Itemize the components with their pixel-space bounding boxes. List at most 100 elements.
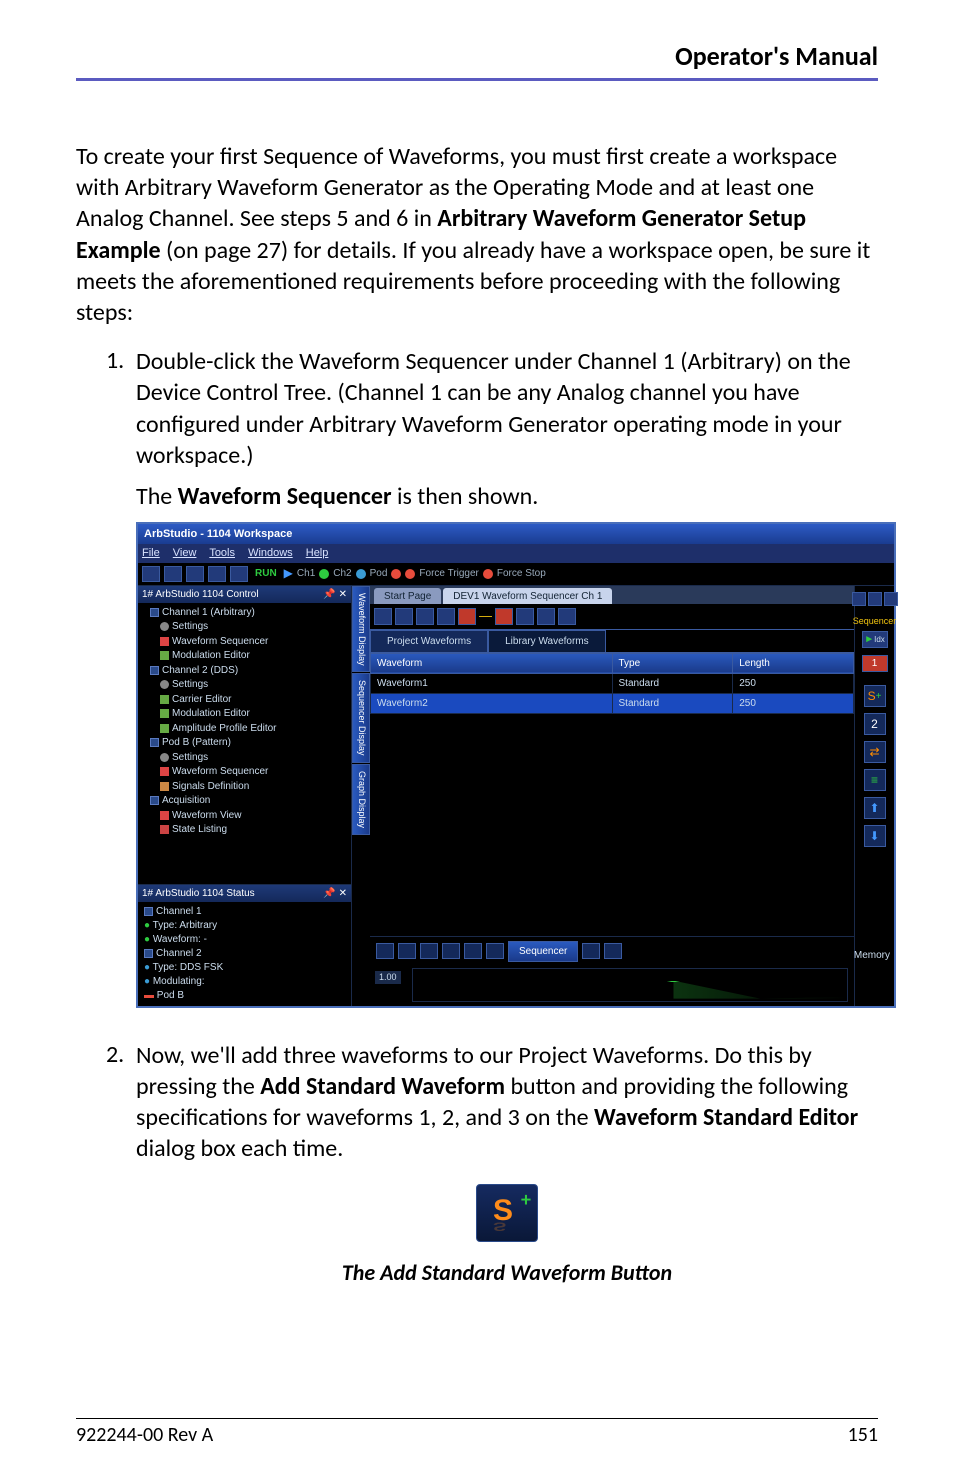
app-screenshot: ArbStudio - 1104 Workspace File View Too… (136, 522, 896, 1008)
rg-icon-up[interactable]: ⬆ (864, 797, 886, 819)
tree-acq[interactable]: Acquisition (150, 794, 347, 809)
table-row-selected[interactable]: Waveform2 Standard 250 (371, 693, 854, 713)
status-panel-title: 1# ArbStudio 1104 Status (142, 887, 255, 900)
seq-btn[interactable] (516, 608, 534, 625)
col-type[interactable]: Type (612, 653, 733, 673)
seq-btn[interactable] (374, 608, 392, 625)
control-panel-pin[interactable]: 📌 ✕ (323, 588, 347, 601)
idx-1[interactable]: 1 (862, 655, 888, 672)
ch1-indicator (319, 569, 329, 579)
sequencer-toolbar: — (370, 604, 854, 629)
tree-ch1[interactable]: Channel 1 (Arbitrary) (150, 606, 347, 621)
bottom-btn[interactable] (376, 943, 394, 959)
toolbar-btn[interactable] (208, 566, 226, 582)
menu-help[interactable]: Help (306, 547, 329, 559)
toolbar-btn[interactable] (230, 566, 248, 582)
tab-dev1-sequencer[interactable]: DEV1 Waveform Sequencer Ch 1 (443, 588, 612, 604)
rg-btn[interactable] (884, 592, 898, 606)
force-stop[interactable]: Force Stop (497, 567, 546, 580)
tree-state[interactable]: State Listing (160, 823, 347, 838)
tree-sigdef[interactable]: Signals Definition (160, 780, 347, 795)
tree-ch2[interactable]: Channel 2 (DDS) (150, 664, 347, 679)
seq-btn-red[interactable] (495, 608, 513, 625)
menu-windows[interactable]: Windows (248, 547, 293, 559)
bottom-btn[interactable] (604, 943, 622, 959)
tree-amp-editor[interactable]: Amplitude Profile Editor (160, 722, 347, 737)
menu-file[interactable]: File (142, 547, 160, 559)
seq-btn[interactable] (395, 608, 413, 625)
main-area: Waveform Display Sequencer Display Graph… (352, 586, 894, 1006)
inner-tabs: Project Waveforms Library Waveforms (370, 629, 854, 653)
table-row[interactable]: Waveform1 Standard 250 (371, 673, 854, 693)
seq-btn-red[interactable] (458, 608, 476, 625)
tree-mod-editor[interactable]: Modulation Editor (160, 649, 347, 664)
menu-tools[interactable]: Tools (209, 547, 235, 559)
figure-caption: The Add Standard Waveform Button (136, 1259, 878, 1288)
force-trigger[interactable]: Force Trigger (419, 567, 478, 580)
intro-text-b: (on page 27) for details. If you already… (76, 236, 870, 327)
add-waveform-figure: S + S (136, 1184, 878, 1250)
step-2-number: 2. (76, 1040, 136, 1288)
toolbar-btn[interactable] (164, 566, 182, 582)
rg-icon-move[interactable]: ⇄ (864, 741, 886, 763)
run-button[interactable]: RUN (252, 567, 280, 580)
titlebar: ArbStudio - 1104 Workspace (138, 524, 894, 544)
col-length[interactable]: Length (733, 653, 854, 673)
toolbar-btn[interactable] (142, 566, 160, 582)
tree-wview[interactable]: Waveform View (160, 809, 347, 824)
tree-settings2[interactable]: Settings (160, 678, 347, 693)
toolbar-btn[interactable] (186, 566, 204, 582)
col-waveform[interactable]: Waveform (371, 653, 613, 673)
status-panel-header: 1# ArbStudio 1104 Status 📌 ✕ (138, 885, 351, 902)
status-panel-pin[interactable]: 📌 ✕ (323, 887, 347, 900)
seq-btn[interactable] (537, 608, 555, 625)
ch1-label: Ch1 (297, 567, 315, 580)
page-tabs: Start Page DEV1 Waveform Sequencer Ch 1 (370, 586, 854, 604)
tree-mod-editor2[interactable]: Modulation Editor (160, 707, 347, 722)
tree-settings[interactable]: Settings (160, 620, 347, 635)
cell-length: 250 (733, 693, 854, 713)
memory-label: Memory (854, 949, 890, 962)
bottom-btn[interactable] (582, 943, 600, 959)
rg-icon-down[interactable]: ⬇ (864, 825, 886, 847)
tree-wseq2[interactable]: Waveform Sequencer (160, 765, 347, 780)
bottom-btn[interactable] (420, 943, 438, 959)
tree-carrier[interactable]: Carrier Editor (160, 693, 347, 708)
seq-btn[interactable] (558, 608, 576, 625)
cell-name: Waveform1 (371, 673, 613, 693)
tab-library-waveforms[interactable]: Library Waveforms (488, 630, 606, 652)
cell-type: Standard (612, 673, 733, 693)
side-tab-waveform[interactable]: Waveform Display (352, 586, 370, 673)
bottom-btn[interactable] (464, 943, 482, 959)
tab-project-waveforms[interactable]: Project Waveforms (370, 630, 488, 652)
idx-label: ►Idx (862, 631, 888, 648)
rg-icon-list[interactable]: ≡ (864, 769, 886, 791)
ch2-label: Ch2 (333, 567, 351, 580)
pod-label: Pod (370, 567, 388, 580)
bottom-btn[interactable] (486, 943, 504, 959)
bottom-btn[interactable] (442, 943, 460, 959)
menubar: File View Tools Windows Help (138, 544, 894, 562)
seq-btn-minus[interactable]: — (479, 608, 492, 625)
tab-start-page[interactable]: Start Page (374, 588, 441, 604)
footer-left: 922244-00 Rev A (76, 1423, 213, 1447)
side-tab-graph[interactable]: Graph Display (352, 764, 370, 835)
rg-icon-add[interactable]: S+ (864, 685, 886, 707)
side-tab-sequencer[interactable]: Sequencer Display (352, 673, 370, 763)
bottom-btn[interactable] (398, 943, 416, 959)
tree-settings3[interactable]: Settings (160, 751, 347, 766)
play-icon[interactable]: ▶ (284, 566, 293, 582)
seq-btn[interactable] (437, 608, 455, 625)
rg-btn[interactable] (868, 592, 882, 606)
seq-btn[interactable] (416, 608, 434, 625)
intro-paragraph: To create your first Sequence of Wavefor… (76, 141, 878, 328)
rg-icon-2[interactable]: 2 (864, 713, 886, 735)
tree-waveform-sequencer[interactable]: Waveform Sequencer (160, 635, 347, 650)
rg-btn[interactable] (852, 592, 866, 606)
status-podb: Pod B (157, 990, 184, 1001)
menu-view[interactable]: View (173, 547, 197, 559)
step-1-text: Double-click the Waveform Sequencer unde… (136, 346, 896, 471)
bottom-toolbar: Sequencer (370, 936, 854, 966)
tree-podb[interactable]: Pod B (Pattern) (150, 736, 347, 751)
step-1-res-bold: Waveform Sequencer (178, 482, 392, 511)
